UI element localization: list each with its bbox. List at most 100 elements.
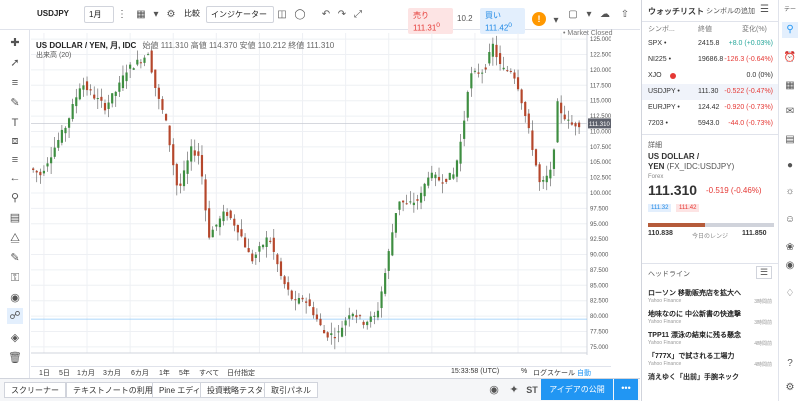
symbol-search[interactable]: USDJPY (33, 6, 85, 23)
watchlist-row[interactable]: XJO 0.0 (0%) (642, 68, 779, 84)
idea-icon[interactable]: ● (782, 158, 798, 174)
prediction-icon[interactable]: ≡ (7, 152, 23, 168)
info-icon[interactable]: ! (532, 12, 546, 26)
brush-icon[interactable]: ✎ (7, 95, 23, 111)
back-arrow-icon[interactable]: ← (7, 170, 23, 186)
cloud-icon[interactable]: ☁ (597, 6, 613, 23)
candle-body (283, 276, 286, 285)
tf-6m[interactable]: 6カ月 (131, 368, 149, 378)
pattern-icon[interactable]: ⧈ (7, 133, 23, 149)
publish-idea-button[interactable]: アイデアの公開 (541, 379, 613, 400)
alert-icon[interactable]: ◯ (292, 6, 308, 23)
watchlist-row[interactable]: USDJPY • 111.30 -0.522 (-0.47%) (642, 84, 779, 100)
text-icon[interactable]: T (7, 115, 23, 131)
ask-badge: 111.42 (676, 204, 700, 212)
zoom-icon[interactable]: ⚲ (7, 190, 23, 206)
bell-icon[interactable]: ♢ (782, 286, 798, 302)
add-symbol-button[interactable]: シンボルの追加 (706, 6, 755, 16)
measure-icon[interactable]: ▤ (7, 210, 23, 226)
tf-all[interactable]: すべて (199, 368, 219, 378)
tab-trading-panel[interactable]: 取引パネル (264, 382, 318, 398)
magnet-icon[interactable]: ⧋ (7, 230, 23, 246)
tf-date-range[interactable]: 日付指定 (227, 368, 255, 378)
menu-icon[interactable]: ☰ (756, 266, 772, 279)
more-options-icon[interactable]: ••• (614, 379, 638, 400)
undo-icon[interactable]: ↶ (318, 6, 334, 23)
col-last[interactable]: 終値 (698, 24, 712, 34)
stream-icon[interactable]: ❀ (782, 240, 798, 256)
candles-icon[interactable]: ▦ (133, 6, 149, 23)
headline-title[interactable]: 「777X」で試される工場力 (648, 351, 734, 361)
calendar-icon[interactable]: ▤ (782, 132, 798, 148)
price-chart[interactable]: 125.000122.500120.000117.500115.000112.5… (31, 31, 611, 355)
crosshair-icon[interactable]: ✚ (7, 35, 23, 51)
broadcast-icon[interactable]: ◉ (782, 258, 798, 274)
indicators-button[interactable]: インジケーター (206, 6, 274, 23)
tf-1d[interactable]: 1日 (39, 368, 50, 378)
trend-line-icon[interactable]: ➚ (7, 55, 23, 71)
watchlist-title[interactable]: ウォッチリスト (648, 6, 704, 17)
watchlist-row[interactable]: EURJPY • 124.42 -0.920 (-0.73%) (642, 100, 779, 116)
col-symbol[interactable]: シンボ... (648, 24, 675, 34)
tab-text-notes[interactable]: テキストノートの利用 (66, 382, 160, 398)
volume-label: 出来高 (20) (36, 52, 72, 59)
log-scale-toggle[interactable]: ログスケール (533, 368, 575, 378)
menu-icon[interactable]: ☰ (760, 4, 769, 15)
headline-title[interactable]: TPP11 漂泳の結束に残る懸念 (648, 330, 741, 340)
eye-icon[interactable]: ◉ (7, 290, 23, 306)
templates-icon[interactable]: ◫ (274, 6, 290, 23)
layout-icon[interactable]: ▢ (565, 6, 581, 23)
link-icon[interactable]: ☍ (7, 308, 23, 324)
fullscreen-icon[interactable]: ⤢ (350, 6, 366, 23)
candle-body (524, 101, 527, 117)
chevron-down-icon[interactable]: ▾ (581, 6, 597, 23)
details-price: 111.310 (648, 182, 698, 198)
col-change[interactable]: 変化(%) (742, 24, 767, 34)
trash-icon[interactable]: 🗑 (7, 350, 23, 366)
lock-icon[interactable]: ⚿ (7, 270, 23, 286)
compare-button[interactable]: 比較 (180, 6, 206, 23)
watchlist-row[interactable]: 7203 • 5943.0 -44.0 (-0.73%) (642, 116, 779, 132)
candle-body (484, 67, 487, 70)
tab-screener[interactable]: スクリーナー (4, 382, 66, 398)
lightbulb-icon[interactable]: ☼ (782, 184, 798, 200)
data-window-icon[interactable]: ▦ (782, 78, 798, 94)
gear-icon[interactable]: ⚙ (163, 6, 179, 23)
camera-icon[interactable]: ◉ (486, 382, 502, 399)
pencil-lock-icon[interactable]: ✎ (7, 250, 23, 266)
tf-3m[interactable]: 3カ月 (103, 368, 121, 378)
percent-toggle[interactable]: % (521, 368, 527, 375)
alarm-icon[interactable]: ⏰ (782, 50, 798, 66)
help-icon[interactable]: ? (782, 356, 798, 372)
layers-icon[interactable]: ◈ (7, 330, 23, 346)
watchlist-icon[interactable]: ⚲ (782, 22, 798, 38)
candle-body (333, 336, 336, 339)
chart-style-icon[interactable]: ⋮ (114, 6, 130, 23)
interval-select[interactable]: 1月 (84, 6, 114, 23)
fib-icon[interactable]: ≡ (7, 75, 23, 91)
spread-value: 10.2 (457, 14, 473, 23)
redo-icon[interactable]: ↷ (334, 6, 350, 23)
headline-title[interactable]: ローソン 移動販売店を拡大へ (648, 288, 741, 298)
candle-body (103, 103, 107, 111)
people-icon[interactable]: ☺ (782, 212, 798, 228)
candle-body (542, 179, 545, 182)
watchlist-row[interactable]: SPX • 2415.8 +8.0 (+0.03%) (642, 36, 779, 52)
stocktwits-icon[interactable]: ST (524, 382, 540, 399)
settings-icon[interactable]: ⚙ (782, 380, 798, 396)
publish-icon[interactable]: ⇧ (617, 6, 633, 23)
tf-1m[interactable]: 1カ月 (77, 368, 95, 378)
headline-title[interactable]: 地味なのに 中公新書の快進撃 (648, 309, 741, 319)
chevron-down-icon[interactable]: ▾ (148, 6, 164, 23)
auto-scale-toggle[interactable]: 自動 (577, 368, 591, 378)
headline-title[interactable]: 消えゆく「出前」手腕ネック (648, 372, 739, 382)
chevron-down-icon[interactable]: ▾ (548, 12, 564, 29)
tf-1y[interactable]: 1年 (159, 368, 170, 378)
candle-body (402, 200, 405, 203)
tf-5y[interactable]: 5年 (179, 368, 190, 378)
right-panel: ウォッチリスト シンボルの追加 ☰ シンボ... 終値 変化(%) SPX • 2… (641, 0, 779, 401)
tf-5d[interactable]: 5日 (59, 368, 70, 378)
chat-icon[interactable]: ✉ (782, 104, 798, 120)
twitter-icon[interactable]: ✦ (506, 382, 522, 399)
watchlist-row[interactable]: NI225 • 19686.8 -126.3 (-0.64%) (642, 52, 779, 68)
